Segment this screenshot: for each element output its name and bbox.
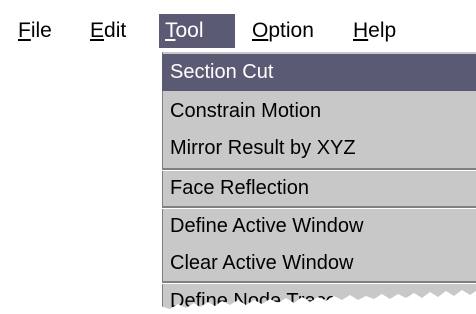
torn-edge-overlay (160, 290, 476, 314)
